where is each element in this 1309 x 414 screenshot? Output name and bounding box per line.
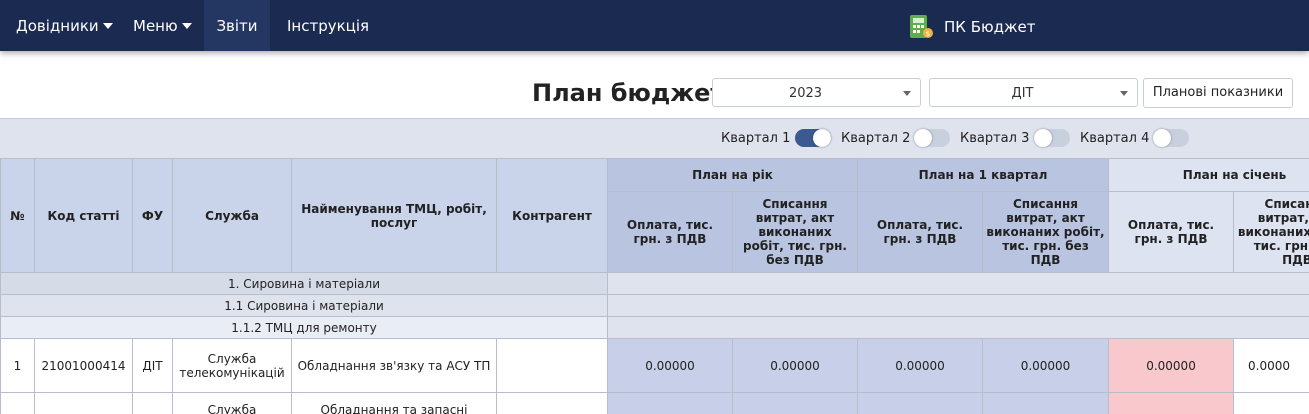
cell-no [0,392,35,414]
group-row: 1. Сировина і матеріали [0,272,1309,295]
cell-january-writeoff[interactable] [1233,392,1309,414]
caret-down-icon [181,23,192,29]
header-january-payment: Оплата, тис. грн. з ПДВ [1108,191,1235,273]
header-counterparty: Контрагент [496,158,608,273]
quarter-3-label: Квартал 3 [960,131,1030,146]
header-fu: ФУ [132,158,173,273]
group-label: 1.1 Сировина і матеріали [0,294,608,317]
svg-text:$: $ [926,30,930,38]
nav-menu-dropdown[interactable]: Меню [133,0,192,51]
quarter-toggle-bar: Квартал 1 Квартал 2 Квартал 3 Квартал 4 [0,118,1309,158]
nav-directories-label: Довідники [16,17,99,35]
toggle-knob [813,129,831,147]
calculator-icon: $ [910,15,933,38]
cell-q1-payment[interactable]: 0.00000 [857,338,983,393]
chevron-down-icon [903,91,911,96]
year-select-value: 2023 [788,86,823,101]
cell-january-payment[interactable] [1108,392,1235,414]
department-select-value: ДІТ [1011,86,1034,101]
cell-no: 1 [0,338,35,393]
chevron-down-icon [1120,91,1128,96]
cell-year-writeoff[interactable] [732,392,858,414]
header-no: № [0,158,35,273]
quarter-2-label: Квартал 2 [841,131,911,146]
group-label: 1. Сировина і матеріали [0,272,608,295]
quarter-4-toggle[interactable] [1153,129,1189,147]
cell-q1-writeoff[interactable] [981,392,1110,414]
nav-directories-dropdown[interactable]: Довідники [16,0,113,51]
cell-service: Служба телекомунікацій [172,338,292,393]
cell-fu [132,392,173,414]
header-code: Код статті [34,158,133,273]
cell-year-writeoff[interactable]: 0.00000 [732,338,858,393]
table-row[interactable]: Служба Обладнання та запасні [0,392,1309,414]
nav-instruction-label: Інструкція [287,17,370,35]
year-select[interactable]: 2023 [712,78,921,107]
cell-item-name: Обладнання зв'язку та АСУ ТП [291,338,497,393]
brand-title: ПК Бюджет [944,18,1036,36]
cell-q1-writeoff[interactable]: 0.00000 [981,338,1110,393]
cell-fu: ДІТ [132,338,173,393]
table-row[interactable]: 1 21001000414 ДІТ Служба телекомунікацій… [0,338,1309,393]
header-year-payment: Оплата, тис. грн. з ПДВ [607,191,733,273]
toggle-knob [914,129,932,147]
top-navbar: Довідники Меню Звіти Інструкція $ ПК Бюд… [0,0,1309,51]
header-item-name: Найменування ТМЦ, робіт, послуг [291,158,497,273]
group-row: 1.1 Сировина і матеріали [0,294,1309,317]
group-row: 1.1.2 ТМЦ для ремонту [0,316,1309,339]
quarter-3-toggle[interactable] [1034,129,1070,147]
quarter-2-toggle[interactable] [914,129,950,147]
page-title: План бюджету [532,79,740,107]
header-service: Служба [172,158,292,273]
header-plan-january: План на січень [1108,158,1309,192]
quarter-1-toggle[interactable] [795,129,831,147]
cell-january-writeoff[interactable]: 0.0000 [1233,338,1309,393]
quarter-4-label: Квартал 4 [1080,131,1150,146]
nav-menu-label: Меню [133,17,178,35]
header-q1-payment: Оплата, тис. грн. з ПДВ [857,191,983,273]
group-blank [606,294,1309,317]
nav-instruction[interactable]: Інструкція [287,0,369,51]
cell-service: Служба [172,392,292,414]
department-select[interactable]: ДІТ [929,78,1138,107]
toggle-knob [1034,129,1052,147]
quarter-1-label: Квартал 1 [721,131,791,146]
cell-item-name: Обладнання та запасні [291,392,497,414]
group-blank [606,272,1309,295]
cell-counterparty [496,338,608,393]
toggle-knob [1153,129,1171,147]
budget-table-container[interactable]: № Код статті ФУ Служба Найменування ТМЦ,… [0,158,1309,414]
cell-year-payment[interactable] [607,392,733,414]
brand[interactable]: $ ПК Бюджет [908,14,1035,40]
cell-code [34,392,133,414]
cell-code: 21001000414 [34,338,133,393]
header-january-writeoff: Списання витрат, акт виконаних робіт, ти… [1233,191,1309,273]
plan-indicators-button[interactable]: Планові показники [1143,78,1293,108]
group-label: 1.1.2 ТМЦ для ремонту [0,316,608,339]
header-year-writeoff: Списання витрат, акт виконаних робіт, ти… [732,191,858,273]
header-plan-year: План на рік [607,158,858,192]
cell-q1-payment[interactable] [857,392,983,414]
group-blank [606,316,1309,339]
nav-reports-label: Звіти [216,17,258,35]
cell-january-payment[interactable]: 0.00000 [1108,338,1235,393]
cell-counterparty [496,392,608,414]
header-q1-writeoff: Списання витрат, акт виконаних робіт, ти… [981,191,1110,273]
budget-table: № Код статті ФУ Служба Найменування ТМЦ,… [0,158,1309,414]
caret-down-icon [102,23,113,29]
nav-reports[interactable]: Звіти [204,0,270,51]
header-plan-q1: План на 1 квартал [856,158,1110,192]
cell-year-payment[interactable]: 0.00000 [607,338,733,393]
